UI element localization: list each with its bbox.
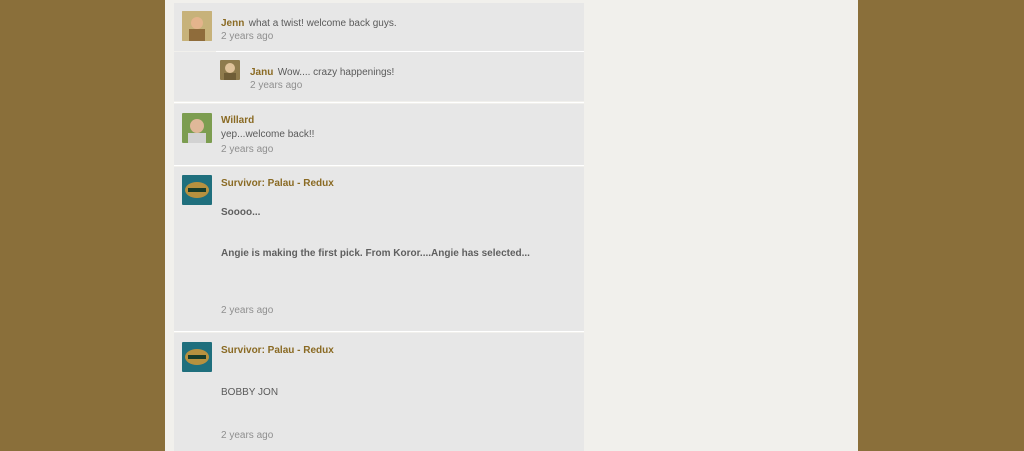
avatar[interactable]: [182, 342, 212, 372]
divider: [174, 102, 584, 103]
author-link[interactable]: Janu: [250, 67, 273, 78]
comment-timestamp: 2 years ago: [221, 430, 274, 441]
page-container: Jenn what a twist! welcome back guys. 2 …: [165, 0, 858, 451]
comment-text: Wow.... crazy happenings!: [277, 67, 395, 78]
reply-item: Janu Wow.... crazy happenings! 2 years a…: [174, 52, 584, 101]
comment-text: yep...welcome back!!: [221, 129, 315, 140]
post-line: Angie is making the first pick. From Kor…: [221, 248, 530, 259]
comment-feed: Jenn what a twist! welcome back guys. 2 …: [174, 0, 584, 451]
comment-timestamp: 2 years ago: [250, 80, 303, 91]
avatar[interactable]: [182, 113, 212, 143]
author-link[interactable]: Survivor: Palau - Redux: [221, 345, 334, 356]
comment-text: what a twist! welcome back guys.: [248, 18, 397, 29]
comment-item: Survivor: Palau - Redux Soooo... Angie i…: [174, 167, 584, 331]
comment-timestamp: 2 years ago: [221, 144, 274, 155]
author-link[interactable]: Willard: [221, 115, 254, 126]
avatar[interactable]: [220, 60, 240, 80]
author-link[interactable]: Survivor: Palau - Redux: [221, 178, 334, 189]
post-line: Soooo...: [221, 207, 261, 218]
comment-item: Willard yep...welcome back!! 2 years ago: [174, 104, 584, 165]
comment-timestamp: 2 years ago: [221, 31, 274, 42]
divider: [174, 165, 584, 166]
avatar[interactable]: [182, 175, 212, 205]
comment-item: Jenn what a twist! welcome back guys. 2 …: [174, 3, 584, 51]
comment-timestamp: 2 years ago: [221, 305, 274, 316]
avatar[interactable]: [182, 11, 212, 41]
comment-item: Survivor: Palau - Redux BOBBY JON 2 year…: [174, 333, 584, 451]
author-link[interactable]: Jenn: [221, 18, 244, 29]
post-line: BOBBY JON: [221, 387, 279, 398]
divider: [174, 331, 584, 332]
